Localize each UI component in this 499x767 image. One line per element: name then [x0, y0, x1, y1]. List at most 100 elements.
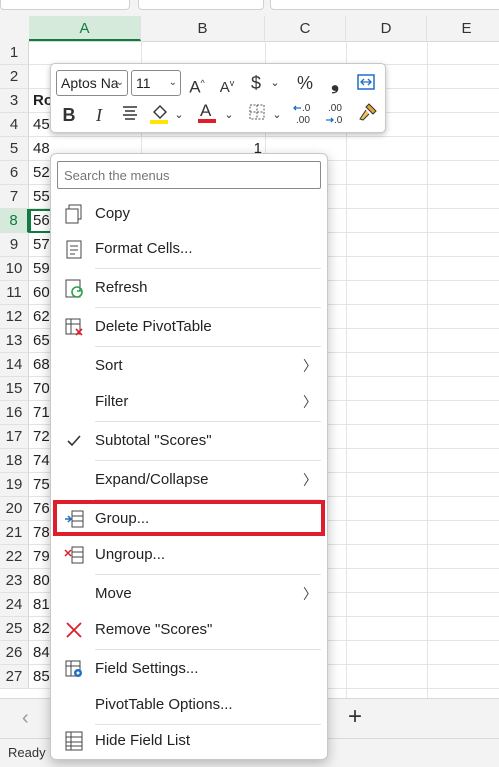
cell-a[interactable]: 85 — [33, 665, 50, 689]
cell-a[interactable]: 84 — [33, 641, 50, 665]
chevron-down-icon[interactable]: ⌄ — [269, 70, 281, 96]
percent-style-button[interactable]: % — [291, 70, 319, 96]
font-name-select[interactable]: Aptos Na ⌄ — [56, 70, 128, 96]
row-header[interactable]: 22 — [0, 545, 29, 569]
cell-a[interactable]: 68 — [33, 353, 50, 377]
sheet-prev-icon[interactable]: ‹ — [22, 707, 29, 730]
align-center-icon[interactable] — [117, 102, 143, 128]
currency-format-button[interactable]: $ — [245, 70, 267, 96]
borders-icon[interactable] — [245, 102, 269, 128]
row-header[interactable]: 14 — [0, 353, 29, 377]
cell-a[interactable]: 52 — [33, 161, 50, 185]
bold-button[interactable]: B — [59, 102, 79, 128]
menu-item-sort[interactable]: Sort 〉 — [51, 349, 327, 383]
menu-item-subtotal[interactable]: Subtotal "Scores" — [51, 424, 327, 458]
cell-a[interactable]: 79 — [33, 545, 50, 569]
cell-a[interactable]: 70 — [33, 377, 50, 401]
wrap-text-icon[interactable] — [353, 72, 379, 98]
row-header[interactable]: 18 — [0, 449, 29, 473]
row-header[interactable]: 24 — [0, 593, 29, 617]
row-header[interactable]: 13 — [0, 329, 29, 353]
format-painter-icon[interactable] — [355, 102, 381, 128]
column-header-c[interactable]: C — [265, 16, 346, 41]
column-header-e[interactable]: E — [427, 16, 499, 41]
menu-item-refresh[interactable]: Refresh — [51, 271, 327, 305]
cell-a[interactable]: 75 — [33, 473, 50, 497]
cell-a[interactable]: 82 — [33, 617, 50, 641]
menu-item-filter[interactable]: Filter 〉 — [51, 385, 327, 419]
menu-item-delete-pivottable[interactable]: Delete PivotTable — [51, 310, 327, 344]
menu-item-pivottable-options[interactable]: PivotTable Options... — [51, 688, 327, 722]
cell-a[interactable]: 74 — [33, 449, 50, 473]
row-header[interactable]: 8 — [0, 209, 29, 233]
row-header[interactable]: 21 — [0, 521, 29, 545]
row-header[interactable]: 2 — [0, 65, 29, 89]
menu-item-label: Remove "Scores" — [95, 621, 213, 638]
name-box[interactable] — [0, 0, 130, 10]
menu-item-move[interactable]: Move 〉 — [51, 577, 327, 611]
column-header-d[interactable]: D — [346, 16, 427, 41]
cell-a[interactable]: 62 — [33, 305, 50, 329]
cell-a[interactable]: 78 — [33, 521, 50, 545]
cell-a[interactable]: 76 — [33, 497, 50, 521]
row-header[interactable]: 4 — [0, 113, 29, 137]
row-header[interactable]: 15 — [0, 377, 29, 401]
row-header[interactable]: 3 — [0, 89, 29, 113]
column-header-a[interactable]: A — [29, 16, 141, 41]
cell-a[interactable]: 80 — [33, 569, 50, 593]
row-header[interactable]: 23 — [0, 569, 29, 593]
comma-style-button[interactable]: ❟ — [323, 70, 347, 96]
formula-input[interactable] — [270, 0, 499, 10]
row-header[interactable]: 1 — [0, 41, 29, 65]
menu-search-input[interactable] — [57, 161, 321, 189]
row-header[interactable]: 9 — [0, 233, 29, 257]
cell-a[interactable]: 65 — [33, 329, 50, 353]
cell-a[interactable]: 60 — [33, 281, 50, 305]
menu-item-copy[interactable]: Copy — [51, 197, 327, 231]
cell-a[interactable]: 72 — [33, 425, 50, 449]
font-name-value: Aptos Na — [61, 75, 119, 91]
menu-item-field-settings[interactable]: Field Settings... — [51, 652, 327, 686]
menu-item-ungroup[interactable]: Ungroup... — [51, 538, 327, 572]
cell-a[interactable]: 48 — [33, 137, 50, 161]
row-header[interactable]: 16 — [0, 401, 29, 425]
row-header[interactable]: 6 — [0, 161, 29, 185]
row-header[interactable]: 25 — [0, 617, 29, 641]
chevron-down-icon[interactable]: ⌄ — [173, 102, 185, 128]
row-header[interactable]: 19 — [0, 473, 29, 497]
cell-a[interactable]: 81 — [33, 593, 50, 617]
cell-a[interactable]: 45 — [33, 113, 50, 137]
decrease-font-size-icon[interactable]: Av — [215, 70, 239, 96]
row-header[interactable]: 11 — [0, 281, 29, 305]
svg-text:.0: .0 — [302, 103, 311, 114]
row-header[interactable]: 12 — [0, 305, 29, 329]
add-sheet-button[interactable]: + — [348, 703, 362, 731]
cell-a[interactable]: 57 — [33, 233, 50, 257]
chevron-down-icon[interactable]: ⌄ — [271, 102, 283, 128]
row-header[interactable]: 7 — [0, 185, 29, 209]
cell-a[interactable]: 55 — [33, 185, 50, 209]
menu-item-label: Field Settings... — [95, 660, 199, 677]
cell-a[interactable]: 71 — [33, 401, 50, 425]
row-header[interactable]: 27 — [0, 665, 29, 689]
row-header[interactable]: 17 — [0, 425, 29, 449]
increase-font-size-icon[interactable]: A^ — [185, 70, 209, 97]
formula-controls[interactable] — [138, 0, 264, 10]
italic-button[interactable]: I — [89, 102, 109, 128]
increase-decimal-icon[interactable]: .0.00 — [291, 100, 319, 126]
menu-item-expand-collapse[interactable]: Expand/Collapse 〉 — [51, 463, 327, 497]
cell-a[interactable]: 59 — [33, 257, 50, 281]
row-header[interactable]: 5 — [0, 137, 29, 161]
row-header[interactable]: 10 — [0, 257, 29, 281]
row-header[interactable]: 26 — [0, 641, 29, 665]
fill-color-icon[interactable] — [147, 102, 171, 128]
menu-item-hide-field-list[interactable]: Hide Field List — [51, 724, 327, 758]
menu-item-remove[interactable]: Remove "Scores" — [51, 613, 327, 647]
menu-item-format-cells[interactable]: Format Cells... — [51, 232, 327, 266]
chevron-down-icon[interactable]: ⌄ — [223, 102, 235, 128]
column-header-b[interactable]: B — [141, 16, 265, 41]
row-header[interactable]: 20 — [0, 497, 29, 521]
font-size-select[interactable]: 11 ⌄ — [131, 70, 181, 96]
font-color-icon[interactable]: A — [195, 100, 219, 126]
decrease-decimal-icon[interactable]: .00.0 — [323, 100, 351, 126]
